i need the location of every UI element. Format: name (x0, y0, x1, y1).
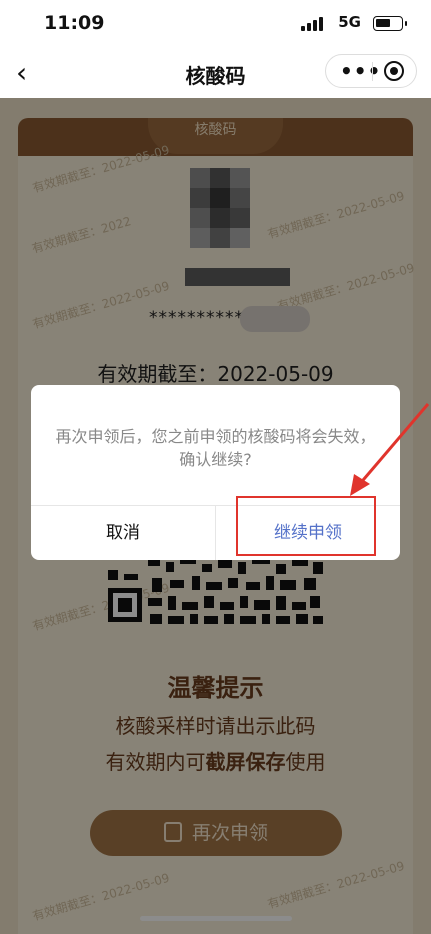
status-bar: 11:09 5G (0, 0, 431, 48)
battery-icon (373, 16, 407, 31)
capsule-divider (372, 62, 373, 81)
more-dots-icon[interactable]: ••• (340, 59, 381, 83)
annotation-arrow-icon (350, 403, 430, 496)
cancel-button[interactable]: 取消 (31, 506, 215, 560)
mini-program-capsule: ••• (325, 54, 417, 88)
annotation-highlight-box (236, 496, 376, 556)
record-close-icon[interactable] (384, 61, 404, 81)
status-time: 11:09 (44, 12, 105, 34)
signal-icon (301, 17, 323, 31)
nav-bar: ‹ 核酸码 ••• (0, 48, 431, 98)
network-type: 5G (338, 13, 361, 31)
dialog-message: 再次申领后，您之前申领的核酸码将会失效，确认继续? (55, 427, 376, 469)
